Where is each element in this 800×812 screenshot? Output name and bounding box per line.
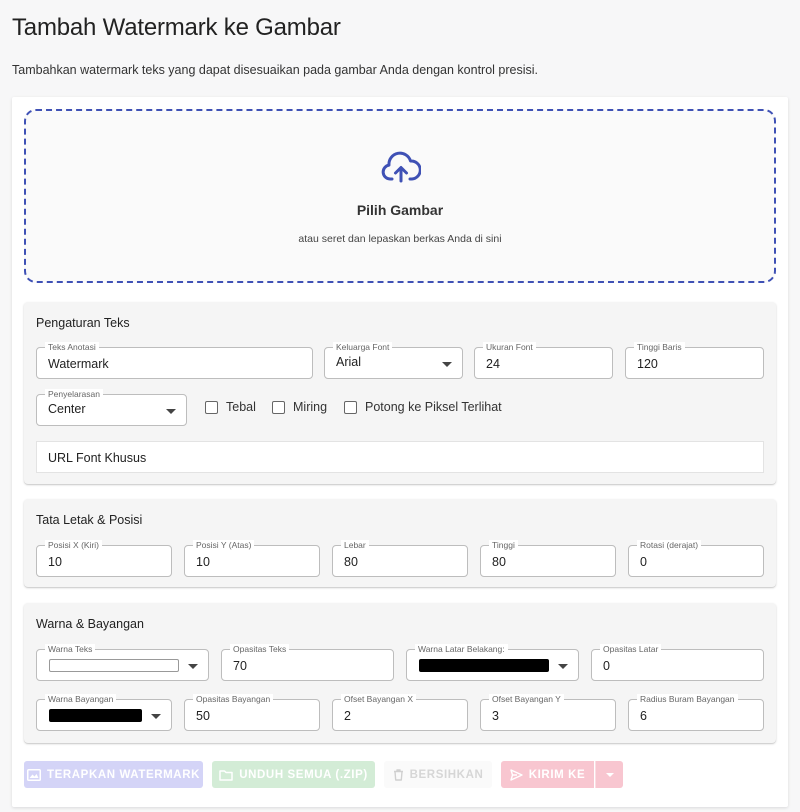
chevron-down-icon — [188, 664, 198, 669]
checkbox-label: Tebal — [226, 400, 256, 414]
line-height-field[interactable]: Tinggi Baris 120 — [625, 342, 764, 379]
rotation-field[interactable]: Rotasi (derajat) 0 — [628, 540, 764, 577]
position-x-field[interactable]: Posisi X (Kiri) 10 — [36, 540, 172, 577]
field-label: Tinggi — [489, 540, 518, 550]
field-label: Radius Buram Bayangan — [637, 694, 738, 704]
font-family-select[interactable]: Keluarga Font Arial — [324, 342, 463, 379]
cloud-upload-icon — [381, 151, 422, 185]
shadow-offset-x-field[interactable]: Ofset Bayangan X 2 — [332, 694, 468, 731]
field-label: Rotasi (derajat) — [637, 540, 702, 550]
checkbox-box[interactable] — [205, 400, 218, 414]
crop-visible-pixels-checkbox[interactable]: Potong ke Piksel Terlihat — [344, 400, 502, 414]
color-swatch — [419, 659, 549, 672]
annotation-text-field[interactable]: Teks Anotasi Watermark — [36, 342, 313, 379]
checkbox-box[interactable] — [272, 400, 285, 414]
input-placeholder: URL Font Khusus — [48, 451, 147, 465]
chevron-down-icon — [558, 664, 568, 669]
field-label: Posisi Y (Atas) — [193, 540, 255, 550]
field-label: Teks Anotasi — [45, 342, 99, 352]
field-label: Warna Teks — [45, 644, 96, 654]
section-title: Pengaturan Teks — [36, 316, 130, 330]
alignment-select[interactable]: Penyelarasan Center — [36, 389, 187, 426]
field-value: 3 — [492, 709, 499, 723]
button-label: KIRIM KE — [528, 768, 586, 781]
shadow-offset-y-field[interactable]: Ofset Bayangan Y 3 — [480, 694, 616, 731]
field-label: Ukuran Font — [483, 342, 536, 352]
dropzone-title: Pilih Gambar — [356, 202, 444, 218]
text-settings-section: Pengaturan Teks Teks Anotasi Watermark K… — [24, 302, 776, 484]
page-title: Tambah Watermark ke Gambar — [12, 14, 341, 41]
field-label: Warna Bayangan — [45, 694, 117, 704]
button-label: TERAPKAN WATERMARK — [46, 768, 201, 781]
chevron-down-icon — [166, 409, 176, 414]
field-label: Ofset Bayangan X — [341, 694, 416, 704]
clear-button[interactable]: BERSIHKAN — [384, 761, 492, 788]
button-label: UNDUH SEMUA (.ZIP) — [239, 768, 368, 781]
shadow-opacity-field[interactable]: Opasitas Bayangan 50 — [184, 694, 320, 731]
color-swatch — [49, 659, 179, 672]
field-value: 10 — [48, 555, 62, 569]
field-label: Opasitas Bayangan — [193, 694, 274, 704]
field-value: 80 — [492, 555, 506, 569]
shadow-color-picker[interactable]: Warna Bayangan — [36, 694, 172, 731]
image-icon — [26, 768, 41, 781]
field-value: Watermark — [48, 357, 109, 371]
bold-checkbox[interactable]: Tebal — [205, 400, 256, 414]
field-label: Tinggi Baris — [634, 342, 685, 352]
trash-icon — [393, 768, 404, 781]
field-value: 70 — [233, 659, 247, 673]
field-label: Ofset Bayangan Y — [489, 694, 564, 704]
text-color-picker[interactable]: Warna Teks — [36, 644, 209, 681]
checkbox-label: Potong ke Piksel Terlihat — [365, 400, 502, 414]
field-label: Lebar — [341, 540, 369, 550]
folder-icon — [219, 769, 233, 781]
checkbox-box[interactable] — [344, 400, 357, 414]
shadow-blur-field[interactable]: Radius Buram Bayangan 6 — [628, 694, 764, 731]
apply-watermark-button[interactable]: TERAPKAN WATERMARK — [24, 761, 203, 788]
chevron-down-icon — [151, 714, 161, 719]
section-title: Warna & Bayangan — [36, 617, 144, 631]
background-color-picker[interactable]: Warna Latar Belakang: — [406, 644, 579, 681]
field-value: 10 — [196, 555, 210, 569]
send-to-button[interactable]: KIRIM KE — [501, 761, 594, 788]
section-title: Tata Letak & Posisi — [36, 513, 143, 527]
image-dropzone[interactable]: Pilih Gambar atau seret dan lepaskan ber… — [24, 109, 776, 283]
color-shadow-section: Warna & Bayangan Warna Teks Opasitas Tek… — [24, 603, 776, 743]
custom-font-url-input[interactable]: URL Font Khusus — [36, 441, 764, 473]
field-label: Penyelarasan — [45, 389, 103, 399]
text-opacity-field[interactable]: Opasitas Teks 70 — [221, 644, 394, 681]
position-y-field[interactable]: Posisi Y (Atas) 10 — [184, 540, 320, 577]
download-all-zip-button[interactable]: UNDUH SEMUA (.ZIP) — [212, 761, 375, 788]
chevron-down-icon — [442, 362, 452, 367]
field-value: 24 — [486, 357, 500, 371]
field-label: Warna Latar Belakang: — [415, 644, 508, 654]
width-field[interactable]: Lebar 80 — [332, 540, 468, 577]
field-value: 120 — [637, 357, 658, 371]
send-to-dropdown-button[interactable] — [595, 761, 623, 788]
field-value: 0 — [640, 555, 647, 569]
page-subtitle: Tambahkan watermark teks yang dapat dise… — [12, 63, 539, 77]
italic-checkbox[interactable]: Miring — [272, 400, 327, 414]
background-opacity-field[interactable]: Opasitas Latar 0 — [591, 644, 764, 681]
field-value: 6 — [640, 709, 647, 723]
field-label: Posisi X (Kiri) — [45, 540, 103, 550]
color-swatch — [49, 709, 142, 722]
button-label: BERSIHKAN — [409, 768, 484, 781]
field-value: Center — [48, 402, 86, 416]
field-label: Opasitas Teks — [230, 644, 290, 654]
chevron-down-icon — [605, 772, 614, 777]
field-value: 80 — [344, 555, 358, 569]
layout-position-section: Tata Letak & Posisi Posisi X (Kiri) 10 P… — [24, 499, 776, 587]
send-icon — [510, 768, 523, 781]
height-field[interactable]: Tinggi 80 — [480, 540, 616, 577]
field-value: 50 — [196, 709, 210, 723]
dropzone-hint: atau seret dan lepaskan berkas Anda di s… — [298, 233, 502, 245]
field-value: 0 — [603, 659, 610, 673]
field-label: Keluarga Font — [333, 342, 393, 352]
checkbox-label: Miring — [293, 400, 328, 414]
field-label: Opasitas Latar — [600, 644, 662, 654]
field-value: 2 — [344, 709, 351, 723]
field-value: Arial — [336, 355, 362, 369]
font-size-field[interactable]: Ukuran Font 24 — [474, 342, 613, 379]
